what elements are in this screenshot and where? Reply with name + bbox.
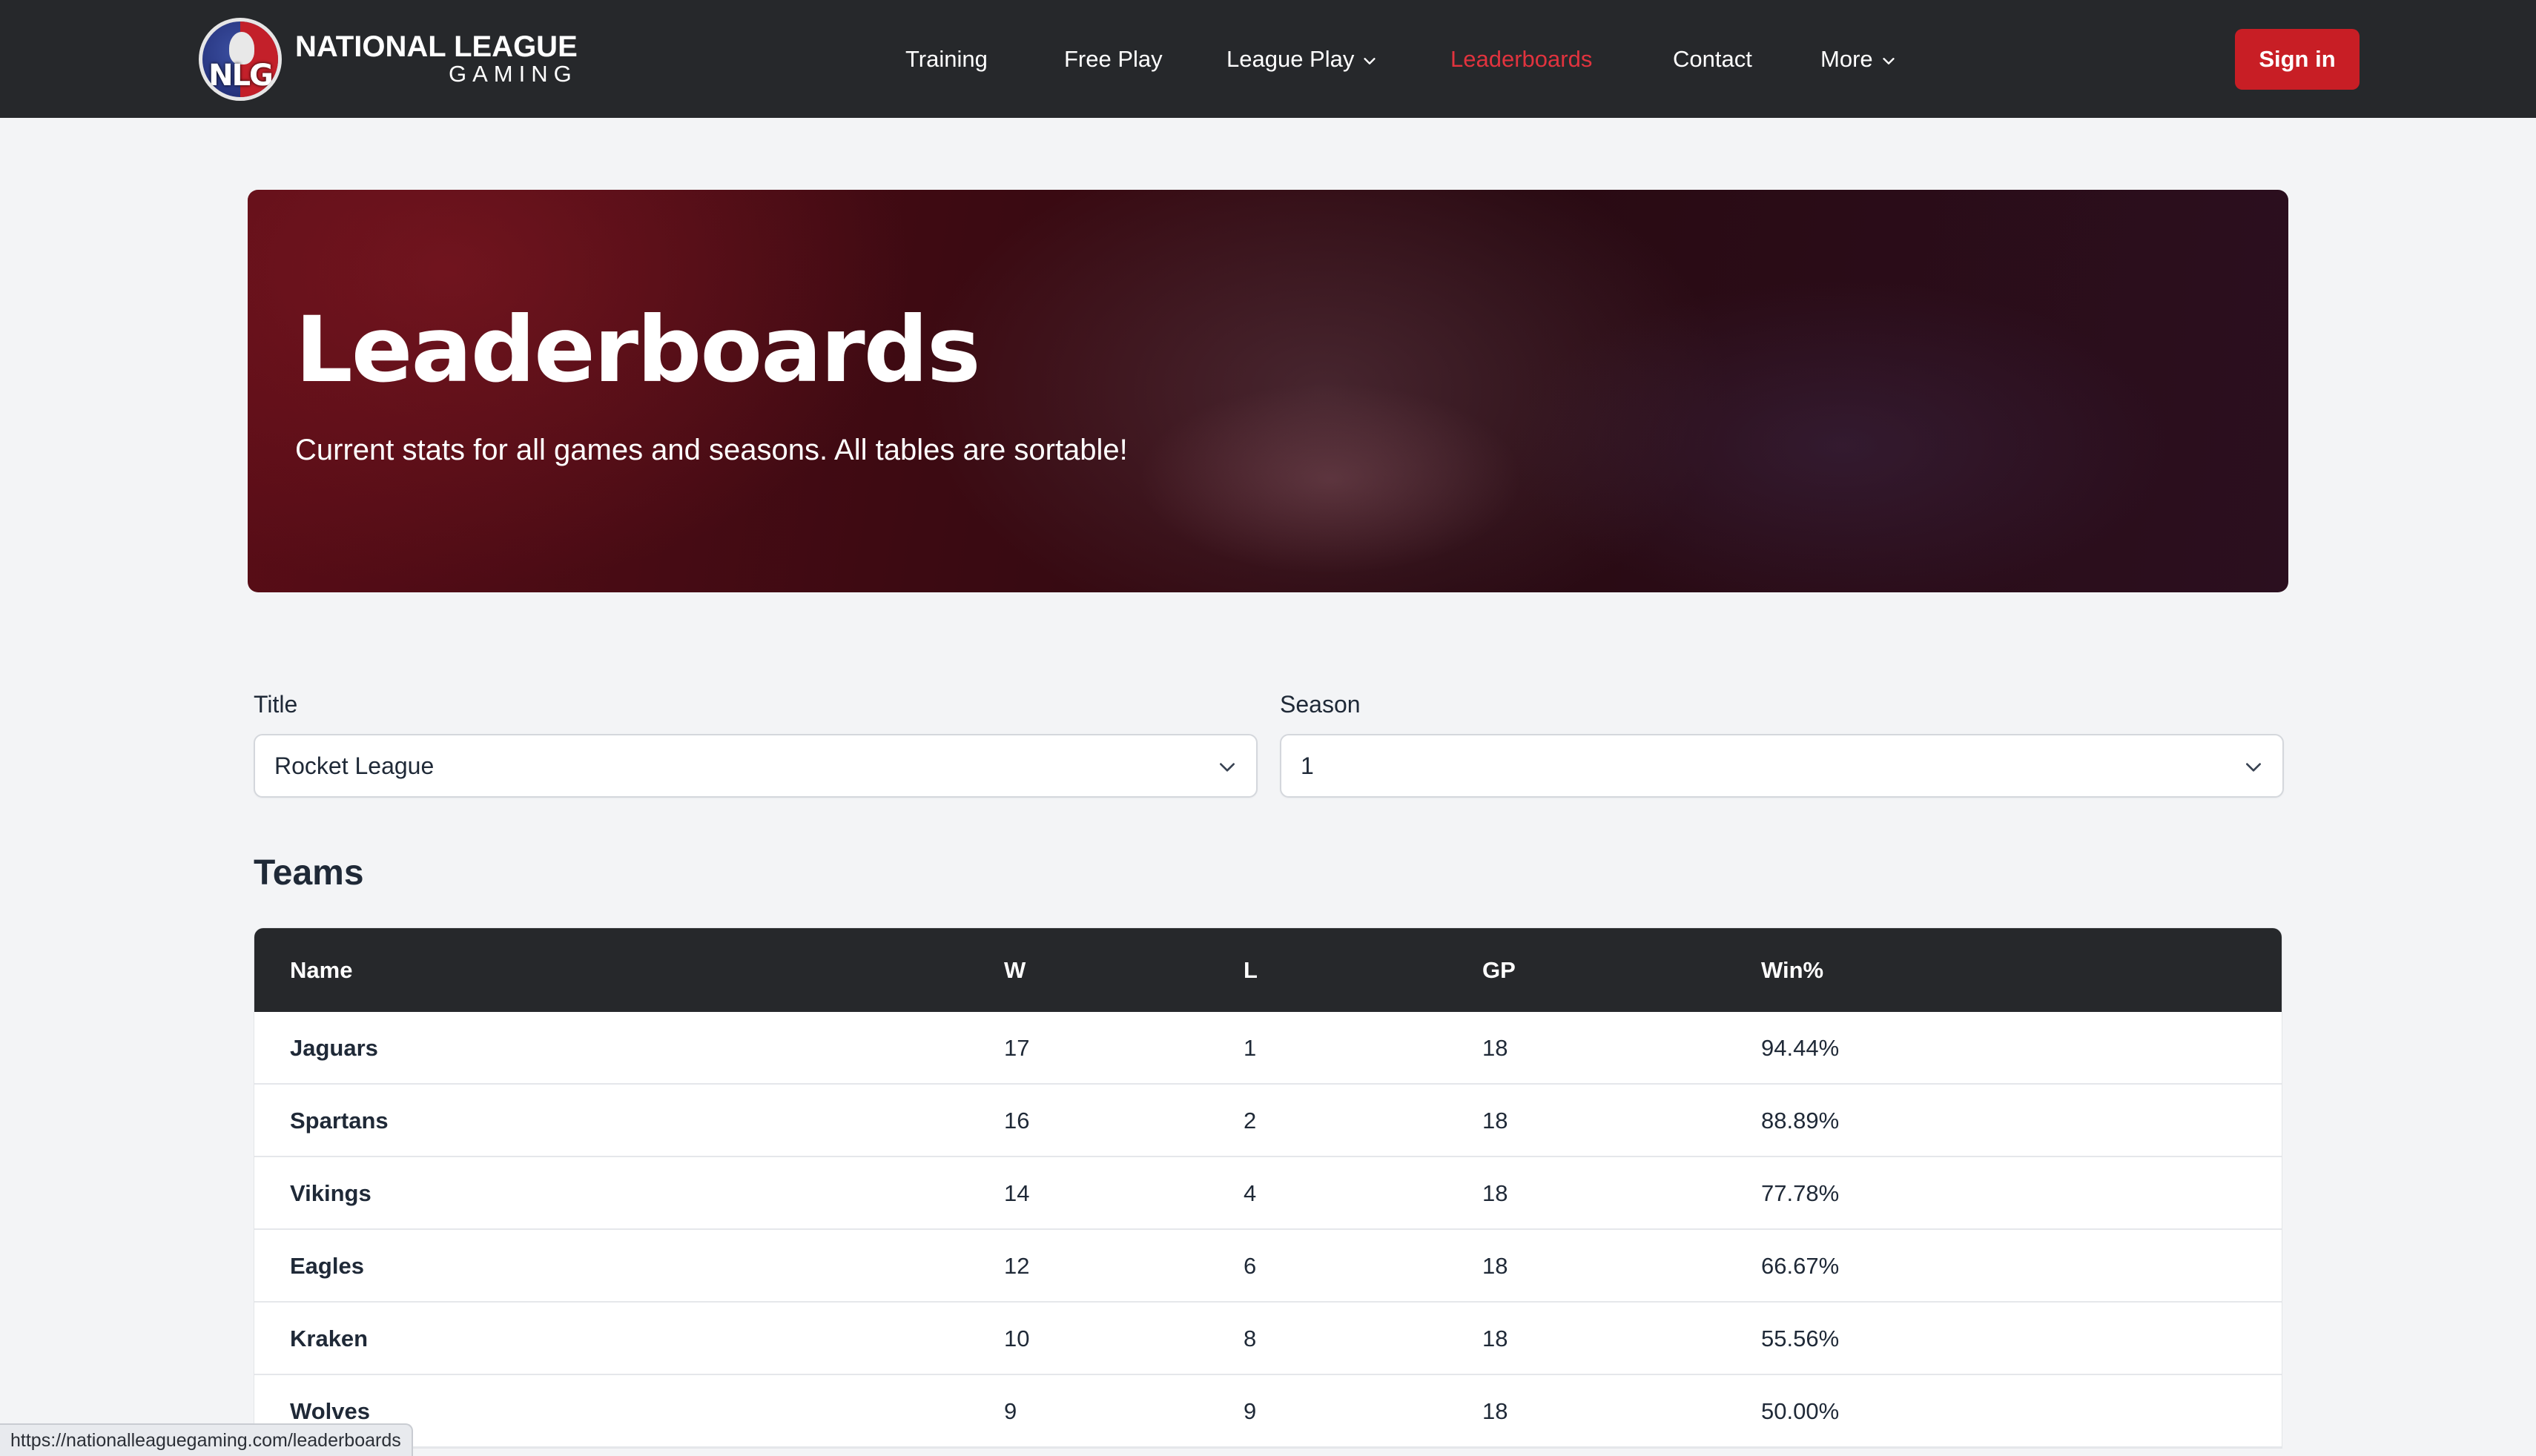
team-games-played: 18 bbox=[1482, 1035, 1508, 1061]
team-win-pct: 94.44% bbox=[1761, 1035, 1840, 1061]
nav-league-play-label: League Play bbox=[1226, 46, 1355, 72]
chevron-down-icon bbox=[1220, 763, 1235, 772]
badge-text: NLG bbox=[208, 59, 274, 93]
team-wins: 9 bbox=[1004, 1398, 1017, 1424]
team-win-pct: 50.00% bbox=[1761, 1398, 1840, 1424]
table-row: Eagles 12 6 18 66.67% bbox=[254, 1230, 2282, 1303]
team-losses: 9 bbox=[1244, 1398, 1257, 1424]
team-win-pct: 55.56% bbox=[1761, 1326, 1840, 1351]
team-name: Kraken bbox=[290, 1326, 369, 1351]
team-win-pct: 66.67% bbox=[1761, 1253, 1840, 1279]
sign-in-button[interactable]: Sign in bbox=[2235, 29, 2360, 90]
team-win-pct: 77.78% bbox=[1761, 1180, 1840, 1206]
chevron-down-icon bbox=[1883, 57, 1895, 64]
title-filter-label: Title bbox=[254, 691, 298, 718]
title-select[interactable]: Rocket League bbox=[254, 734, 1258, 798]
table-row: Vikings 14 4 18 77.78% bbox=[254, 1157, 2282, 1230]
nav-leaderboards[interactable]: Leaderboards bbox=[1450, 43, 1592, 76]
nav-more[interactable]: More bbox=[1820, 43, 1897, 76]
table-row: Wolves 9 9 18 50.00% bbox=[254, 1375, 2282, 1448]
nav-league-play[interactable]: League Play bbox=[1226, 43, 1378, 76]
team-games-played: 18 bbox=[1482, 1180, 1508, 1206]
table-header: Name W L GP Win% bbox=[254, 928, 2282, 1012]
column-header-name[interactable]: Name bbox=[290, 928, 352, 1012]
column-header-l[interactable]: L bbox=[1244, 928, 1258, 1012]
team-losses: 6 bbox=[1244, 1253, 1257, 1279]
team-wins: 14 bbox=[1004, 1180, 1030, 1206]
column-header-gp[interactable]: GP bbox=[1482, 928, 1516, 1012]
team-name: Spartans bbox=[290, 1108, 389, 1134]
logo-line1: NATIONAL LEAGUE bbox=[295, 30, 578, 63]
team-losses: 2 bbox=[1244, 1108, 1257, 1134]
link-status-bar: https://nationalleaguegaming.com/leaderb… bbox=[0, 1423, 413, 1456]
nav-more-label: More bbox=[1820, 46, 1873, 72]
team-games-played: 18 bbox=[1482, 1253, 1508, 1279]
team-wins: 16 bbox=[1004, 1108, 1030, 1134]
nav-contact[interactable]: Contact bbox=[1673, 43, 1752, 76]
logo-line2: GAMING bbox=[449, 61, 578, 87]
season-select-value: 1 bbox=[1301, 752, 1314, 779]
team-games-played: 18 bbox=[1482, 1398, 1508, 1424]
site-logo[interactable]: NLG NATIONAL LEAGUE GAMING bbox=[199, 16, 578, 102]
team-games-played: 18 bbox=[1482, 1108, 1508, 1134]
team-wins: 12 bbox=[1004, 1253, 1030, 1279]
team-losses: 8 bbox=[1244, 1326, 1257, 1351]
team-wins: 17 bbox=[1004, 1035, 1030, 1061]
teams-heading: Teams bbox=[254, 853, 364, 893]
season-select[interactable]: 1 bbox=[1280, 734, 2284, 798]
nav-free-play[interactable]: Free Play bbox=[1064, 43, 1163, 76]
title-select-value: Rocket League bbox=[274, 752, 435, 779]
teams-table: Name W L GP Win% Jaguars 17 1 18 94.44% … bbox=[254, 927, 2282, 1449]
team-name: Eagles bbox=[290, 1253, 364, 1279]
hero-banner: Leaderboards Current stats for all games… bbox=[248, 190, 2288, 592]
column-header-w[interactable]: W bbox=[1004, 928, 1026, 1012]
table-row: Spartans 16 2 18 88.89% bbox=[254, 1085, 2282, 1157]
season-filter-label: Season bbox=[1280, 691, 1361, 718]
team-losses: 4 bbox=[1244, 1180, 1257, 1206]
top-navbar: NLG NATIONAL LEAGUE GAMING Training Free… bbox=[0, 0, 2536, 118]
nlg-badge-icon: NLG bbox=[199, 18, 282, 101]
chevron-down-icon bbox=[2246, 763, 2261, 772]
column-header-win-pct[interactable]: Win% bbox=[1761, 928, 1823, 1012]
page-title: Leaderboards bbox=[295, 297, 981, 403]
chevron-down-icon bbox=[1364, 57, 1376, 64]
team-name: Vikings bbox=[290, 1180, 372, 1206]
team-win-pct: 88.89% bbox=[1761, 1108, 1840, 1134]
table-row: Kraken 10 8 18 55.56% bbox=[254, 1303, 2282, 1375]
page-subtitle: Current stats for all games and seasons.… bbox=[295, 434, 1128, 466]
team-games-played: 18 bbox=[1482, 1326, 1508, 1351]
logo-wordmark: NATIONAL LEAGUE GAMING bbox=[295, 32, 578, 87]
team-losses: 1 bbox=[1244, 1035, 1257, 1061]
nav-training[interactable]: Training bbox=[905, 43, 988, 76]
team-wins: 10 bbox=[1004, 1326, 1030, 1351]
team-name: Jaguars bbox=[290, 1035, 378, 1061]
table-row: Jaguars 17 1 18 94.44% bbox=[254, 1012, 2282, 1085]
